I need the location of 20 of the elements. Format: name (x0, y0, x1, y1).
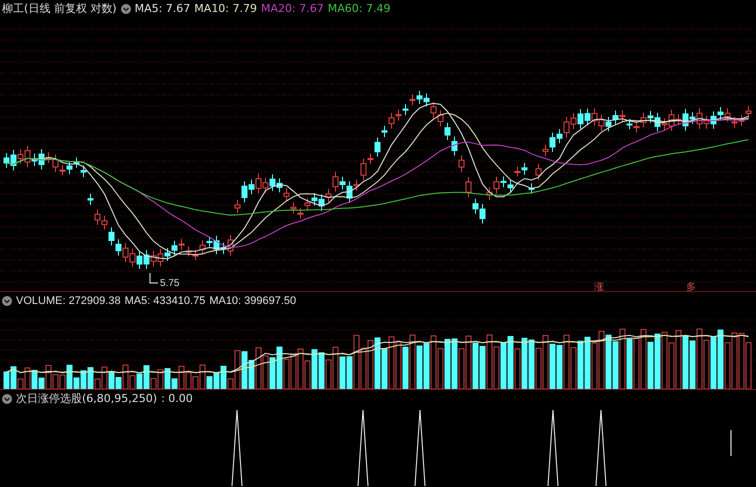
candlestick (536, 163, 542, 180)
chart-title: 柳工(日线 前复权 对数) (2, 1, 117, 17)
low-price-label: 5.75 (160, 278, 180, 289)
signal-marker: 涨 (594, 282, 604, 291)
legend-value: MA20: 7.67 (261, 1, 324, 17)
legend-value: MA10: 7.79 (194, 1, 258, 17)
legend-value: MA60: 7.49 (328, 1, 390, 17)
indicator-value: : 0.00 (161, 391, 193, 407)
indicator-name: 次日涨停选股(6,80,95,250) (16, 391, 158, 407)
candlestick (528, 182, 534, 194)
dropdown-icon[interactable] (120, 4, 131, 14)
dropdown-icon[interactable] (2, 394, 12, 404)
signal-marker: 多 (686, 282, 696, 291)
legend-value: MA10: 399697.50 (209, 294, 296, 309)
candlestick (88, 193, 94, 206)
dropdown-icon[interactable] (2, 296, 12, 306)
leader-line (150, 272, 158, 284)
legend-value: MA5: 7.67 (134, 1, 190, 17)
legend-value: VOLUME: 272909.38 (16, 294, 121, 309)
legend-value: MA5: 433410.75 (124, 294, 206, 309)
